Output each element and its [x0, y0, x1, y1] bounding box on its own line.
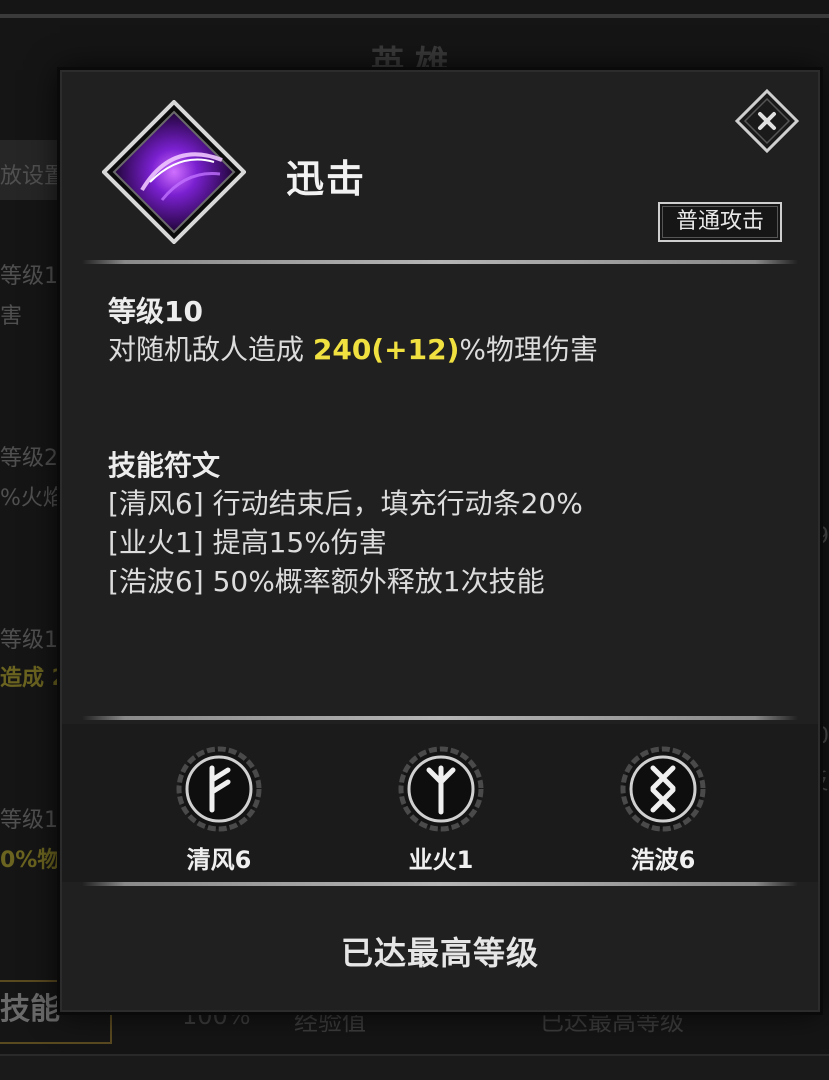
rune-label: 浩波6 — [630, 846, 696, 874]
rune-wind-icon[interactable] — [174, 744, 264, 834]
rune-fire-icon[interactable] — [396, 744, 486, 834]
max-level-status: 已达最高等级 — [340, 934, 539, 972]
skill-type-badge: 普通攻击 — [658, 202, 782, 242]
header-divider — [82, 260, 798, 264]
rune-slot-qingfeng[interactable]: 清风6 — [164, 744, 274, 875]
damage-value: 240(+12) — [312, 333, 460, 366]
background-text: 害 — [0, 304, 23, 329]
background-top-border — [0, 14, 829, 18]
rune-effect-line: [浩波6] 50%概率额外释放1次技能 — [108, 565, 545, 598]
close-button[interactable] — [734, 88, 800, 154]
purple-slash-icon — [101, 99, 247, 245]
rune-effect-line: [业火1] 提高15%伤害 — [108, 526, 387, 559]
skill-name: 迅击 — [286, 157, 367, 201]
runes-bottom-divider — [82, 882, 798, 886]
rune-wave-icon[interactable] — [618, 744, 708, 834]
background-text: 放设置 — [0, 164, 67, 189]
rune-slot-yehuo[interactable]: 业火1 — [386, 744, 496, 875]
skill-detail-modal: 迅击 普通攻击 等级10 对随机敌人造成 240(+12)%物理伤害 技能符文 … — [60, 70, 820, 1012]
rune-effect-line: [清风6] 行动结束后，填充行动条20% — [108, 487, 583, 520]
background-text: 等级2 — [0, 446, 58, 471]
close-icon[interactable] — [734, 88, 800, 154]
description-prefix: 对随机敌人造成 — [108, 333, 313, 366]
runes-top-divider — [82, 716, 798, 720]
runes-section-title: 技能符文 — [108, 449, 221, 482]
rune-label: 业火1 — [408, 846, 474, 874]
rune-label: 清风6 — [186, 846, 252, 874]
description-suffix: %物理伤害 — [459, 333, 598, 366]
background-text: 造成 2 — [0, 666, 67, 691]
rune-slot-haobo[interactable]: 浩波6 — [608, 744, 718, 875]
skill-description: 对随机敌人造成 240(+12)%物理伤害 — [108, 328, 598, 368]
background-text: %火焰 — [0, 486, 65, 511]
skill-level: 等级10 — [108, 295, 203, 328]
rune-slots: 清风6 业火1 浩波6 — [62, 724, 818, 882]
background-bottom-bar — [0, 1054, 829, 1080]
background-text: 0%物 — [0, 848, 60, 873]
skill-icon-frame — [101, 99, 247, 245]
